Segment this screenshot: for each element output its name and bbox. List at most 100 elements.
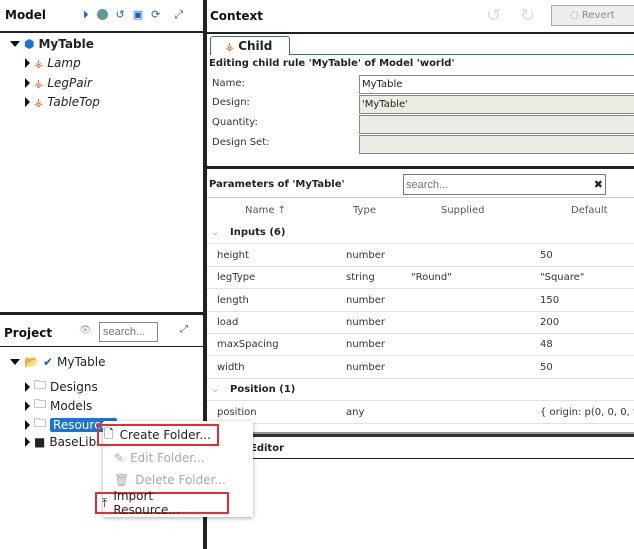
- hierarchy-icon: ⚶: [34, 76, 44, 90]
- cell-name: width: [217, 361, 245, 373]
- cell-name: position: [217, 406, 257, 418]
- group-label: Position (1): [230, 383, 296, 395]
- table-row[interactable]: length number 150: [207, 290, 634, 312]
- redo-icon[interactable]: ↻: [520, 5, 535, 26]
- table-row[interactable]: width number 50: [207, 357, 634, 379]
- menu-item-edit-folder[interactable]: ✎ Edit Folder...: [109, 447, 210, 469]
- revert-button[interactable]: ◌ Revert: [551, 5, 634, 26]
- expand-icon[interactable]: [25, 400, 30, 411]
- folder-icon: 🗀: [34, 378, 47, 392]
- tree-label: Designs: [50, 379, 98, 394]
- project-tree-root[interactable]: 📂 ✔ MyTable: [10, 355, 106, 369]
- menu-label: Delete Folder...: [135, 473, 226, 487]
- menu-label: Edit Folder...: [130, 451, 205, 465]
- visibility-off-icon[interactable]: 👁: [79, 325, 92, 336]
- refresh-icon[interactable]: ⟳: [151, 8, 160, 22]
- collapse-icon[interactable]: [10, 41, 20, 47]
- folder-icon: 🗀: [34, 397, 47, 411]
- menu-label: Import Resource...: [113, 489, 180, 517]
- table-row[interactable]: position any { origin: p(0, 0, 0, this.p: [207, 402, 634, 424]
- design-set-label: Design Set:: [212, 137, 270, 148]
- tree-item-legpair[interactable]: ⚶ LegPair: [25, 76, 92, 90]
- maximize-icon[interactable]: ⤢: [180, 324, 188, 335]
- tab-child[interactable]: ⚶ Child: [210, 36, 290, 55]
- expand-icon[interactable]: [25, 78, 30, 88]
- table-row[interactable]: maxSpacing number 48: [207, 334, 634, 357]
- cell-name: maxSpacing: [217, 339, 279, 351]
- quantity-field[interactable]: [359, 115, 634, 134]
- menu-item-import-resource[interactable]: ⤒ Import Resource...: [95, 489, 229, 517]
- tree-label: Lamp: [47, 56, 81, 70]
- expand-icon[interactable]: [25, 437, 30, 447]
- table-row[interactable]: legType string "Round" "Square": [207, 267, 634, 290]
- tree-item-designs[interactable]: 🗀 Designs: [25, 376, 98, 397]
- cell-type: any: [346, 406, 365, 418]
- context-menu: 🗋 Create Folder... ✎ Edit Folder... 🗑 Delet…: [95, 421, 253, 517]
- parameters-search-input[interactable]: [406, 178, 576, 191]
- column-header-default[interactable]: Default: [571, 205, 608, 216]
- hierarchy-icon: ⚶: [34, 95, 44, 109]
- column-header-name[interactable]: Name ↑: [245, 205, 286, 216]
- tree-label: MyTable: [57, 355, 106, 369]
- tree-label: BaseLib: [49, 435, 97, 449]
- upload-icon: ⤒: [102, 495, 108, 510]
- menu-label: Create Folder...: [119, 428, 211, 442]
- check-circle-icon: ✔: [42, 355, 54, 369]
- save-icon[interactable]: ▣: [133, 8, 143, 22]
- cell-default: 150: [540, 294, 560, 306]
- group-row[interactable]: ⌄ Position (1): [207, 379, 634, 401]
- menu-item-delete-folder[interactable]: 🗑 Delete Folder...: [109, 469, 231, 491]
- design-set-field[interactable]: [359, 135, 634, 154]
- table-row[interactable]: height number 50: [207, 245, 634, 267]
- project-search-input[interactable]: [99, 322, 158, 342]
- editor-panel-title: Editor: [250, 443, 284, 454]
- collapse-icon[interactable]: [10, 359, 20, 365]
- tree-label: TableTop: [47, 95, 100, 109]
- trash-icon: 🗑: [114, 473, 130, 487]
- file-icon: 🗋: [104, 426, 114, 441]
- tree-item-models[interactable]: 🗀 Models: [25, 395, 92, 416]
- cell-name: length: [217, 294, 249, 306]
- play-circle-icon[interactable]: ⏵: [83, 8, 89, 22]
- cell-type: number: [346, 361, 386, 373]
- revert-label: Revert: [581, 10, 615, 21]
- folder-open-icon: 📂: [24, 355, 39, 369]
- cell-type: number: [346, 339, 386, 351]
- folder-filled-icon: ■: [34, 435, 46, 449]
- history-icon[interactable]: ↺: [116, 8, 125, 22]
- name-field[interactable]: MyTable: [359, 75, 634, 94]
- tree-item-mytable[interactable]: ⬢ MyTable: [10, 37, 94, 51]
- cell-type: number: [346, 250, 386, 261]
- expand-icon[interactable]: [25, 419, 30, 430]
- cell-name: load: [217, 316, 239, 328]
- tab-label: Child: [238, 39, 273, 53]
- context-panel-title: Context: [210, 9, 263, 23]
- menu-item-create-folder[interactable]: 🗋 Create Folder...: [97, 424, 219, 446]
- design-label: Design:: [212, 97, 250, 108]
- chevron-down-icon[interactable]: ⌄: [211, 384, 219, 395]
- expand-icon[interactable]: [25, 97, 30, 107]
- expand-icon[interactable]: [25, 381, 30, 392]
- tree-item-tabletop[interactable]: ⚶ TableTop: [25, 95, 100, 109]
- group-label: Inputs (6): [230, 227, 286, 238]
- table-row[interactable]: load number 200: [207, 312, 634, 334]
- expand-icon[interactable]: [25, 58, 30, 68]
- undo-icon[interactable]: ↺: [486, 5, 501, 26]
- clear-icon[interactable]: ✖: [594, 178, 603, 191]
- group-row[interactable]: ⌄ Inputs (6): [207, 222, 634, 244]
- parameters-title: Parameters of 'MyTable': [209, 179, 345, 190]
- cell-type: string: [346, 272, 375, 284]
- design-field[interactable]: 'MyTable': [359, 95, 634, 114]
- column-header-supplied[interactable]: Supplied: [441, 205, 484, 216]
- tree-item-baselib[interactable]: ■ BaseLib: [25, 435, 96, 449]
- chevron-down-icon[interactable]: ⌄: [211, 227, 219, 238]
- cell-default: 50: [540, 361, 553, 373]
- folder-icon: 🗀: [34, 416, 47, 430]
- tree-item-lamp[interactable]: ⚶ Lamp: [25, 56, 81, 70]
- hierarchy-icon: ⚶: [225, 40, 239, 53]
- maximize-icon[interactable]: ⤢: [174, 8, 183, 22]
- name-label: Name:: [212, 78, 245, 89]
- cell-name: legType: [217, 272, 256, 284]
- quantity-label: Quantity:: [212, 117, 258, 128]
- column-header-type[interactable]: Type: [353, 205, 376, 216]
